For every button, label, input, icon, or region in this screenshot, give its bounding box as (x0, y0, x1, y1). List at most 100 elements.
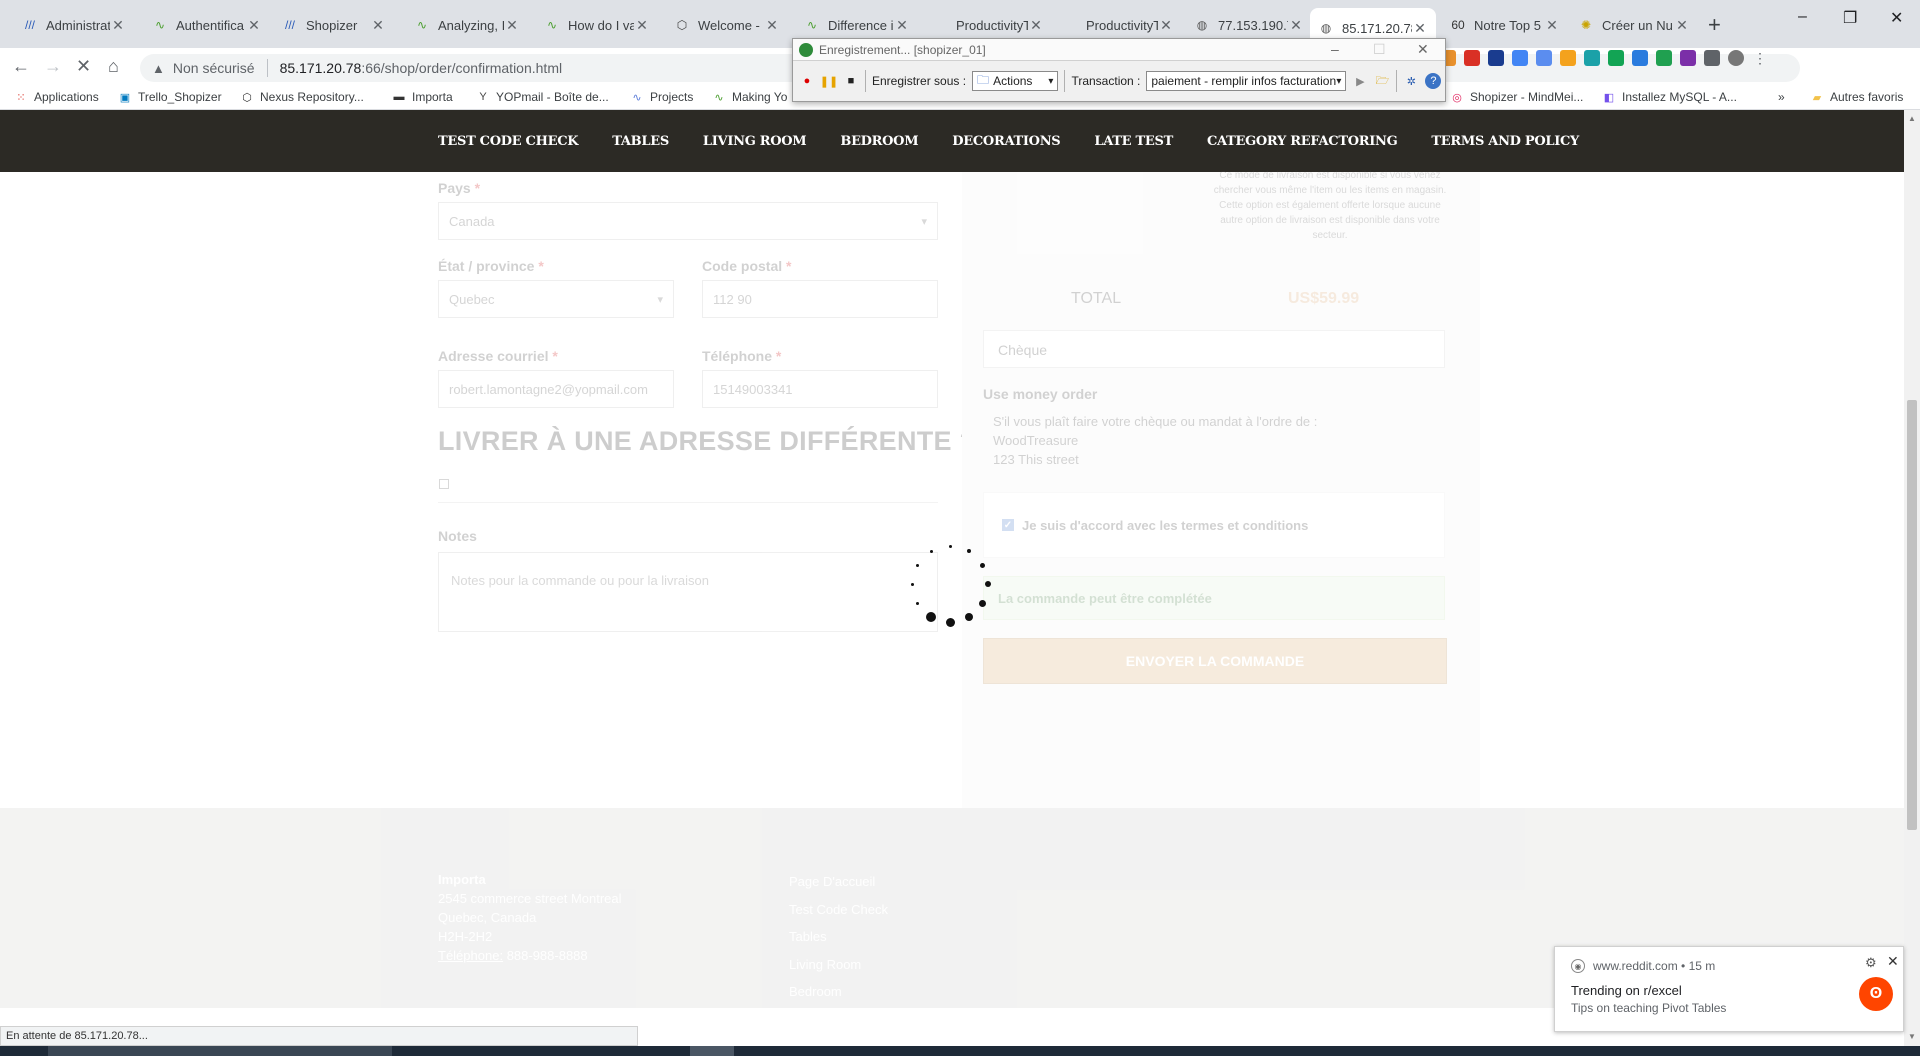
bookmark-item[interactable]: ▣ Trello_Shopizer (118, 90, 222, 104)
nav-link[interactable]: TEST CODE CHECK (438, 134, 579, 149)
close-tab-icon[interactable]: ✕ (1412, 20, 1428, 37)
footer-link[interactable]: Bedroom (789, 978, 888, 1006)
footer-link[interactable]: Test Code Check (789, 896, 888, 924)
gear-icon[interactable]: ⚙ (1865, 955, 1877, 971)
close-tab-icon[interactable]: ✕ (1674, 17, 1690, 34)
browser-tab[interactable]: ◍ 77.153.190.7 ✕ (1186, 10, 1312, 40)
bookmark-item[interactable]: ⁙ Applications (14, 90, 98, 104)
taskbar-item[interactable] (48, 1046, 392, 1056)
close-window-button[interactable]: ✕ (1890, 8, 1903, 28)
close-tab-icon[interactable]: ✕ (634, 17, 650, 34)
browser-tab[interactable]: 60 Notre Top 5 ✕ (1442, 10, 1568, 40)
record-icon[interactable]: ● (799, 73, 815, 89)
browser-tab[interactable]: ✺ Créer un Nu ✕ (1570, 10, 1698, 40)
email-field[interactable]: robert.lamontagne2@yopmail.com (438, 370, 674, 408)
notes-textarea[interactable]: Notes pour la commande ou pour la livrai… (438, 552, 938, 632)
open-folder-icon[interactable]: 🗁 (1374, 73, 1390, 89)
country-select[interactable]: Canada ▾ (438, 202, 938, 240)
taskbar-item[interactable] (690, 1046, 734, 1056)
close-tab-icon[interactable]: ✕ (246, 17, 262, 34)
scrollbar-thumb[interactable] (1907, 400, 1917, 830)
footer-link[interactable]: Page D'accueil (789, 868, 888, 896)
browser-tab[interactable]: /// Shopizer ✕ (274, 10, 394, 40)
page-scrollbar[interactable]: ▲ ▼ (1904, 110, 1920, 1046)
bookmark-item[interactable]: » (1778, 90, 1785, 104)
transaction-select[interactable]: paiement - remplir infos facturation ▾ (1146, 71, 1347, 91)
stop-icon[interactable]: ■ (843, 73, 859, 89)
browser-tab[interactable]: ∿ Authentifica ✕ (144, 10, 270, 40)
bookmark-item[interactable]: ⬡ Nexus Repository... (240, 90, 364, 104)
close-tab-icon[interactable]: ✕ (1158, 17, 1174, 34)
minimize-button[interactable]: – (1798, 8, 1807, 26)
extension-icon[interactable] (1536, 50, 1552, 66)
recorder-minimize-button[interactable]: – (1331, 41, 1339, 57)
menu-icon[interactable]: ⋮ (1752, 50, 1768, 66)
grid-extension-icon[interactable] (1512, 50, 1528, 66)
forward-icon[interactable]: → (44, 56, 62, 77)
browser-tab[interactable]: /// Administrati ✕ (14, 10, 134, 40)
pro-extension-icon[interactable] (1488, 50, 1504, 66)
play-transaction-icon[interactable]: ▶ (1352, 73, 1368, 89)
pause-icon[interactable]: ❚❚ (820, 73, 838, 89)
nav-link[interactable]: CATEGORY REFACTORING (1207, 134, 1398, 149)
settings-icon[interactable]: ✲ (1403, 73, 1419, 89)
close-tab-icon[interactable]: ✕ (1028, 17, 1044, 34)
bookmark-item[interactable]: ∿ Making Yo (712, 90, 787, 104)
browser-tab[interactable]: ProductivityTab✕ (1054, 10, 1182, 40)
nav-link[interactable]: LATE TEST (1094, 134, 1173, 149)
close-tab-icon[interactable]: ✕ (894, 17, 910, 34)
bookmark-item[interactable]: ◧ Installez MySQL - A... (1602, 90, 1737, 104)
payment-tab-cheque[interactable]: Chèque (983, 330, 1445, 368)
nav-link[interactable]: TABLES (612, 134, 669, 149)
browser-tab[interactable]: ∿ Difference i ✕ (796, 10, 918, 40)
bookmark-item[interactable]: ▬ Importa (392, 90, 453, 104)
scroll-down-icon[interactable]: ▼ (1908, 1032, 1916, 1041)
close-tab-icon[interactable]: ✕ (504, 17, 520, 34)
browser-tab[interactable]: ProductivityTab✕ (924, 10, 1052, 40)
onenote-icon[interactable] (1680, 50, 1696, 66)
help-icon[interactable]: ? (1425, 73, 1442, 89)
browser-tab[interactable]: ⬡ Welcome - I ✕ (666, 10, 788, 40)
restore-button[interactable]: ❐ (1843, 8, 1857, 28)
close-tab-icon[interactable]: ✕ (764, 17, 780, 34)
recorder-close-button[interactable]: ✕ (1417, 41, 1429, 58)
nav-link[interactable]: LIVING ROOM (703, 134, 807, 149)
new-tab-button[interactable]: + (1708, 12, 1721, 38)
close-icon[interactable]: ✕ (1887, 953, 1899, 970)
bookmark-item[interactable]: ◎ Shopizer - MindMei... (1450, 90, 1583, 104)
back-icon[interactable]: ← (12, 56, 30, 77)
scroll-up-icon[interactable]: ▲ (1908, 114, 1916, 123)
cookie-icon[interactable] (1560, 50, 1576, 66)
evernote-icon[interactable] (1656, 50, 1672, 66)
stop-loading-icon[interactable]: ✕ (76, 56, 91, 77)
reddit-notification[interactable]: ◉ www.reddit.com • 15 m ⚙ ✕ Trending on … (1554, 946, 1904, 1032)
home-icon[interactable]: ⌂ (108, 56, 119, 77)
footer-link[interactable]: Living Room (789, 951, 888, 979)
browser-tab[interactable]: ∿ How do I va ✕ (536, 10, 658, 40)
bookmark-item[interactable]: ∿ Projects (630, 90, 693, 104)
save-as-select[interactable]: 🗀 Actions ▾ (972, 71, 1059, 91)
bookmark-item[interactable]: ▰ Autres favoris (1810, 90, 1904, 104)
extension-icon[interactable] (1632, 50, 1648, 66)
footer-link[interactable]: Tables (789, 923, 888, 951)
close-tab-icon[interactable]: ✕ (1288, 17, 1304, 34)
postal-code-input[interactable]: 112 90 (702, 280, 938, 318)
state-select[interactable]: Quebec ▾ (438, 280, 674, 318)
nav-link[interactable]: BEDROOM (840, 134, 918, 149)
terms-checkbox[interactable]: ✓ (1002, 519, 1014, 531)
submit-order-button[interactable]: ENVOYER LA COMMANDE (983, 638, 1447, 684)
ship-different-checkbox[interactable] (439, 479, 449, 489)
browser-tab[interactable]: ∿ Analyzing, I ✕ (406, 10, 528, 40)
close-tab-icon[interactable]: ✕ (370, 17, 386, 34)
profile-avatar[interactable] (1728, 50, 1744, 66)
extension-icon[interactable] (1584, 50, 1600, 66)
acrobat-icon[interactable] (1464, 50, 1480, 66)
close-tab-icon[interactable]: ✕ (1544, 17, 1560, 34)
extension-icon[interactable] (1608, 50, 1624, 66)
recorder-maximize-button[interactable]: ☐ (1373, 41, 1386, 58)
phone-field[interactable]: 15149003341 (702, 370, 938, 408)
nav-link[interactable]: DECORATIONS (952, 134, 1060, 149)
close-tab-icon[interactable]: ✕ (110, 17, 126, 34)
nav-link[interactable]: TERMS AND POLICY (1431, 134, 1579, 149)
puzzle-icon[interactable] (1704, 50, 1720, 66)
